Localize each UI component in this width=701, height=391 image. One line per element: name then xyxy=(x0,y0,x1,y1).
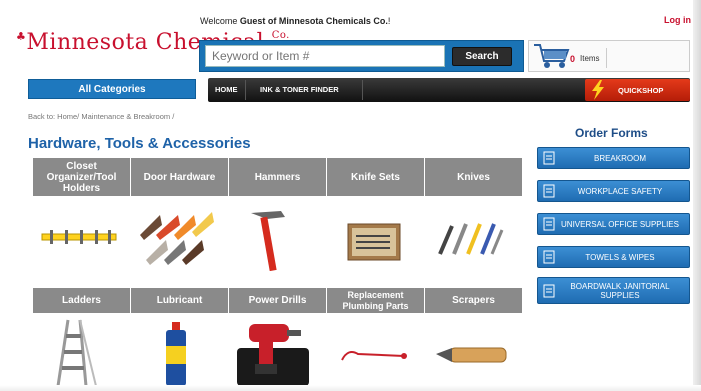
category-tile-power-drills[interactable]: Power Drills xyxy=(229,288,326,313)
order-form-breakroom[interactable]: BREAKROOM xyxy=(537,147,690,169)
plumbing-part-image[interactable] xyxy=(338,342,410,368)
category-tile-ladders[interactable]: Ladders xyxy=(33,288,130,313)
hammer-image[interactable] xyxy=(247,207,297,271)
order-form-towels-wipes[interactable]: TOWELS & WIPES xyxy=(537,246,690,268)
quickshop-label[interactable]: QUICKSHOP xyxy=(618,86,663,95)
nav-home[interactable]: HOME xyxy=(215,85,238,94)
lubricant-can-image[interactable] xyxy=(160,320,192,388)
login-link[interactable]: Log in xyxy=(664,15,691,25)
tool-holder-image[interactable] xyxy=(40,222,120,252)
scraper-image[interactable] xyxy=(434,340,508,370)
category-tile-plumbing-parts[interactable]: Replacement Plumbing Parts xyxy=(327,288,424,313)
search-input[interactable] xyxy=(205,45,445,67)
breadcrumb[interactable]: Back to: Home/ Maintenance & Breakroom / xyxy=(28,112,174,121)
order-form-label: UNIVERSAL OFFICE SUPPLIES xyxy=(561,219,679,229)
document-icon xyxy=(543,284,555,297)
nav-ink-toner-finder[interactable]: INK & TONER FINDER xyxy=(260,85,339,94)
order-form-label: WORKPLACE SAFETY xyxy=(577,186,663,196)
welcome-message: Welcome Guest of Minnesota Chemicals Co.… xyxy=(200,16,391,26)
shopping-cart-icon[interactable] xyxy=(532,42,572,70)
cart-count: 0 xyxy=(570,54,576,64)
category-tile-hammers[interactable]: Hammers xyxy=(229,158,326,196)
document-icon xyxy=(543,184,555,198)
order-form-universal-office-supplies[interactable]: UNIVERSAL OFFICE SUPPLIES xyxy=(537,213,690,235)
page-bottom-edge xyxy=(0,385,701,391)
power-drill-image[interactable] xyxy=(235,318,311,388)
door-stops-image[interactable] xyxy=(138,210,216,265)
order-forms-title: Order Forms xyxy=(575,126,648,140)
category-tile-knives[interactable]: Knives xyxy=(425,158,522,196)
logo-prefix-icon: ♣ xyxy=(16,30,27,43)
order-form-label: TOWELS & WIPES xyxy=(585,252,655,262)
page-edge xyxy=(693,0,701,391)
cart-items-label: Items xyxy=(580,54,600,63)
order-form-label: BREAKROOM xyxy=(593,153,646,163)
category-tile-door-hardware[interactable]: Door Hardware xyxy=(131,158,228,196)
document-icon xyxy=(543,250,555,264)
all-categories-button[interactable]: All Categories xyxy=(28,79,196,99)
lightning-bolt-icon xyxy=(592,80,604,100)
page-title: Hardware, Tools & Accessories xyxy=(28,135,251,152)
order-form-workplace-safety[interactable]: WORKPLACE SAFETY xyxy=(537,180,690,202)
category-tile-knife-sets[interactable]: Knife Sets xyxy=(327,158,424,196)
document-icon xyxy=(543,151,555,165)
knives-image[interactable] xyxy=(436,218,506,258)
nav-divider xyxy=(362,80,363,100)
order-form-label: BOARDWALK JANITORIAL SUPPLIES xyxy=(570,281,670,300)
knife-set-image[interactable] xyxy=(346,216,402,264)
category-tile-lubricant[interactable]: Lubricant xyxy=(131,288,228,313)
category-tile-scrapers[interactable]: Scrapers xyxy=(425,288,522,313)
search-button[interactable]: Search xyxy=(452,47,512,66)
cart-divider xyxy=(606,48,607,68)
step-ladder-image[interactable] xyxy=(52,318,100,388)
order-form-boardwalk-janitorial[interactable]: BOARDWALK JANITORIAL SUPPLIES xyxy=(537,277,690,304)
nav-divider xyxy=(245,80,246,100)
category-tile-closet-organizer[interactable]: Closet Organizer/Tool Holders xyxy=(33,158,130,196)
document-icon xyxy=(543,217,555,231)
